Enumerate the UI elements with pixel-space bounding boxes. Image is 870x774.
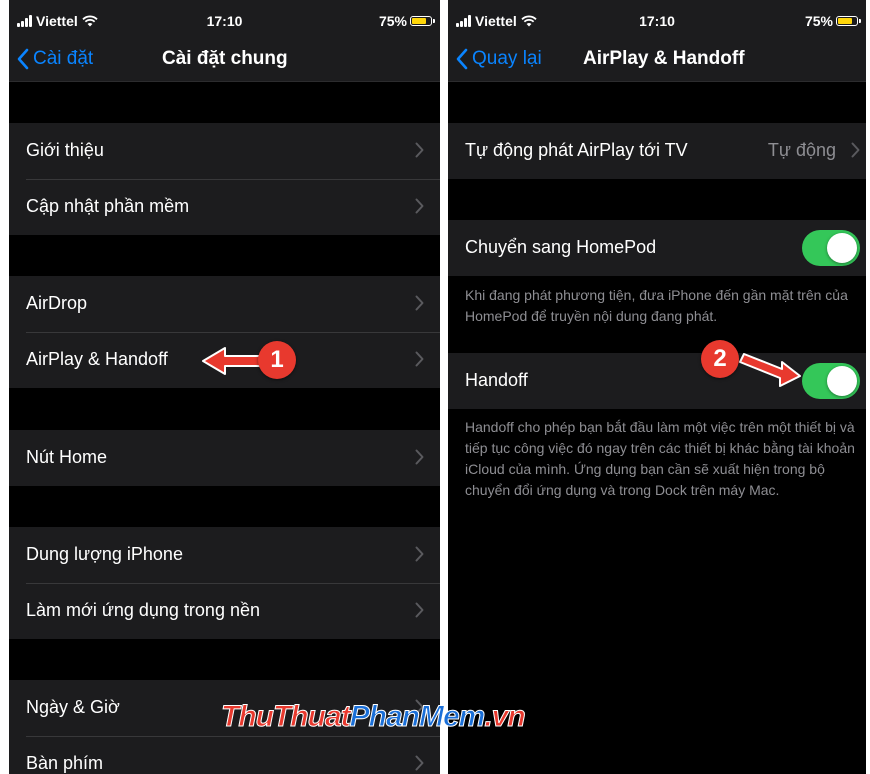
- callout-number-1: 1: [258, 341, 296, 379]
- watermark-logo: ThuThuatPhanMem.vn: [221, 700, 527, 734]
- chevron-left-icon: [456, 48, 468, 70]
- page-title: Cài đặt chung: [162, 48, 288, 69]
- row-label: Tự động phát AirPlay tới TV: [465, 140, 688, 160]
- settings-group-1: Giới thiệu Cập nhật phần mềm: [9, 123, 440, 235]
- settings-row-background-refresh[interactable]: Làm mới ứng dụng trong nền: [9, 583, 440, 639]
- status-bar: Viettel 17:10 75%: [448, 0, 866, 40]
- nav-bar: Quay lại AirPlay & Handoff: [448, 40, 866, 82]
- chevron-right-icon: [415, 198, 424, 214]
- chevron-right-icon: [415, 142, 424, 158]
- chevron-left-icon: [17, 48, 29, 70]
- chevron-right-icon: [415, 546, 424, 562]
- battery: 75%: [804, 13, 861, 29]
- settings-row-homepod: Chuyển sang HomePod: [448, 220, 866, 276]
- chevron-right-icon: [415, 295, 424, 311]
- status-time: 17:10: [639, 13, 675, 29]
- row-label: AirPlay & Handoff: [26, 349, 168, 369]
- status-bar: Viettel 17:10 75%: [9, 0, 440, 40]
- row-label: Cập nhật phần mềm: [26, 196, 190, 216]
- nav-bar: Cài đặt Cài đặt chung: [9, 40, 440, 82]
- page-title: AirPlay & Handoff: [583, 48, 745, 69]
- toggle-knob: [827, 366, 857, 396]
- chevron-right-icon: [415, 602, 424, 618]
- row-label: Bàn phím: [26, 753, 104, 773]
- handoff-footer: Handoff cho phép bạn bắt đầu làm một việ…: [465, 419, 855, 498]
- watermark-part-2: PhanMem: [349, 700, 486, 734]
- row-label: Dung lượng iPhone: [26, 544, 183, 564]
- toggle-knob: [827, 233, 857, 263]
- battery-icon: [410, 16, 435, 26]
- settings-row-airdrop[interactable]: AirDrop: [9, 276, 440, 332]
- row-label: AirDrop: [26, 293, 88, 313]
- settings-row-iphone-storage[interactable]: Dung lượng iPhone: [9, 527, 440, 583]
- settings-group-3: Nút Home: [9, 430, 440, 486]
- back-button[interactable]: Quay lại: [456, 48, 542, 70]
- callout-number-2: 2: [701, 340, 739, 378]
- chevron-right-icon: [415, 449, 424, 465]
- settings-row-handoff: Handoff: [448, 353, 866, 409]
- watermark-part-1: ThuThuat: [221, 700, 352, 734]
- status-time: 17:10: [206, 13, 243, 29]
- row-label: Giới thiệu: [26, 140, 104, 160]
- settings-row-keyboard[interactable]: Bàn phím: [9, 736, 440, 774]
- homepod-group: Chuyển sang HomePod: [448, 220, 866, 276]
- handoff-toggle[interactable]: [802, 363, 860, 399]
- back-label: Cài đặt: [33, 48, 94, 69]
- battery-percent: 75%: [378, 13, 407, 29]
- chevron-right-icon: [415, 351, 424, 367]
- homepod-toggle[interactable]: [802, 230, 860, 266]
- handoff-group: Handoff: [448, 353, 866, 409]
- row-value: Tự động: [767, 140, 836, 160]
- left-phone-screen: Viettel 17:10 75% Cài đặt Cài đặt chung …: [9, 0, 440, 774]
- settings-row-home-button[interactable]: Nút Home: [9, 430, 440, 486]
- settings-row-airplay-tv[interactable]: Tự động phát AirPlay tới TV Tự động: [448, 123, 866, 179]
- settings-row-software-update[interactable]: Cập nhật phần mềm: [9, 179, 440, 235]
- row-label: Chuyển sang HomePod: [465, 237, 657, 257]
- watermark-part-3: .vn: [484, 700, 526, 734]
- chevron-right-icon: [415, 755, 424, 771]
- chevron-right-icon: [851, 142, 860, 158]
- battery: 75%: [378, 13, 435, 29]
- right-phone-screen: Viettel 17:10 75% Quay lại AirPlay & Han…: [448, 0, 866, 774]
- battery-percent: 75%: [804, 13, 833, 29]
- settings-group-4: Dung lượng iPhone Làm mới ứng dụng trong…: [9, 527, 440, 639]
- row-label: Ngày & Giờ: [26, 697, 120, 717]
- airplay-group: Tự động phát AirPlay tới TV Tự động: [448, 123, 866, 179]
- back-label: Quay lại: [472, 48, 542, 69]
- homepod-footer: Khi đang phát phương tiện, đưa iPhone đế…: [465, 287, 848, 324]
- row-label: Nút Home: [26, 447, 108, 467]
- row-label: Làm mới ứng dụng trong nền: [26, 600, 260, 620]
- battery-icon: [836, 16, 861, 26]
- back-button[interactable]: Cài đặt: [17, 48, 93, 70]
- settings-row-about[interactable]: Giới thiệu: [9, 123, 440, 179]
- row-label: Handoff: [465, 370, 528, 390]
- callout-arrow-icon: [739, 353, 801, 387]
